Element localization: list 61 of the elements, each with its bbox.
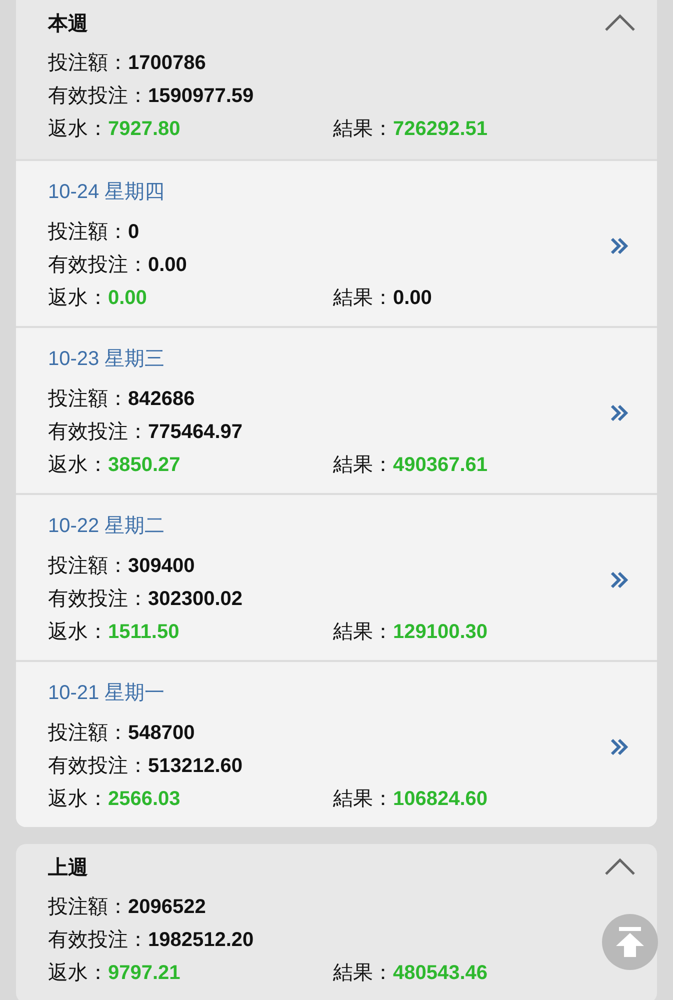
stat-value: 2566.03 bbox=[108, 788, 180, 810]
stat-value: 0.00 bbox=[148, 254, 187, 276]
double-chevron-right-icon[interactable] bbox=[610, 738, 628, 756]
stat-value: 1982512.20 bbox=[148, 929, 254, 951]
week-title: 上週 bbox=[48, 856, 88, 880]
stat-label: 返水： bbox=[48, 118, 108, 140]
stat-value: 775464.97 bbox=[148, 421, 243, 443]
stat-value: 0.00 bbox=[393, 287, 432, 309]
stat-label: 有效投注： bbox=[48, 254, 148, 276]
stat-label: 結果： bbox=[333, 287, 393, 309]
stat-value: 2096522 bbox=[128, 896, 206, 918]
stat-label: 有效投注： bbox=[48, 421, 148, 443]
chevron-up-icon[interactable] bbox=[604, 13, 636, 33]
stat-value: 490367.61 bbox=[393, 454, 488, 476]
stat-label: 有效投注： bbox=[48, 929, 148, 951]
stat-value: 1700786 bbox=[128, 52, 206, 74]
stat-value: 302300.02 bbox=[148, 588, 243, 610]
stat-label: 返水： bbox=[48, 621, 108, 643]
stat-value: 726292.51 bbox=[393, 118, 488, 140]
day-date: 10-21 星期一 bbox=[48, 681, 165, 706]
double-chevron-right-icon[interactable] bbox=[610, 236, 628, 254]
stat-value: 1511.50 bbox=[108, 621, 180, 643]
stat-label: 有效投注： bbox=[48, 85, 148, 107]
stat-label: 返水： bbox=[48, 454, 108, 476]
week-title: 本週 bbox=[48, 12, 88, 36]
stat-value: 309400 bbox=[128, 555, 195, 577]
day-date: 10-22 星期二 bbox=[48, 514, 165, 539]
double-chevron-right-icon[interactable] bbox=[610, 404, 628, 422]
stat-label: 投注額： bbox=[48, 221, 128, 243]
stat-label: 結果： bbox=[333, 621, 393, 643]
stat-label: 結果： bbox=[333, 962, 393, 984]
stat-value: 129100.30 bbox=[393, 621, 488, 643]
chevron-up-icon[interactable] bbox=[604, 857, 636, 877]
stat-label: 結果： bbox=[333, 788, 393, 810]
arrow-to-top-icon bbox=[616, 927, 644, 957]
day-date: 10-23 星期三 bbox=[48, 347, 165, 372]
stat-value: 106824.60 bbox=[393, 788, 488, 810]
stat-value: 1590977.59 bbox=[148, 85, 254, 107]
stat-value: 9797.21 bbox=[108, 962, 180, 984]
stat-label: 返水： bbox=[48, 962, 108, 984]
stat-value: 7927.80 bbox=[108, 118, 180, 140]
stat-label: 返水： bbox=[48, 287, 108, 309]
stat-label: 結果： bbox=[333, 454, 393, 476]
stat-label: 投注額： bbox=[48, 555, 128, 577]
stat-label: 投注額： bbox=[48, 722, 128, 744]
stat-label: 返水： bbox=[48, 788, 108, 810]
stat-label: 投注額： bbox=[48, 52, 128, 74]
stat-value: 548700 bbox=[128, 722, 195, 744]
stat-value: 480543.46 bbox=[393, 962, 488, 984]
double-chevron-right-icon[interactable] bbox=[610, 570, 628, 588]
stat-label: 投注額： bbox=[48, 388, 128, 410]
stat-value: 0.00 bbox=[108, 287, 147, 309]
day-date: 10-24 星期四 bbox=[48, 180, 165, 205]
stat-label: 投注額： bbox=[48, 896, 128, 918]
stat-value: 0 bbox=[128, 221, 140, 243]
stat-label: 有效投注： bbox=[48, 588, 148, 610]
stat-label: 有效投注： bbox=[48, 755, 148, 777]
stat-value: 513212.60 bbox=[148, 755, 243, 777]
stat-label: 結果： bbox=[333, 118, 393, 140]
stat-value: 3850.27 bbox=[108, 454, 180, 476]
stat-value: 842686 bbox=[128, 388, 195, 410]
